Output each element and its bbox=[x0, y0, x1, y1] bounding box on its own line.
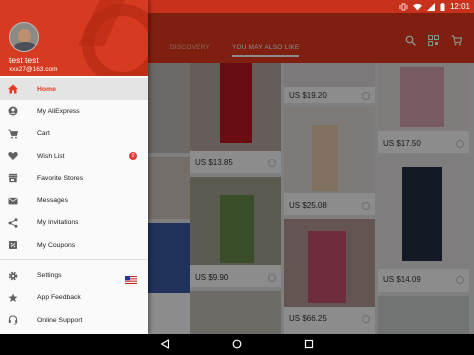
us-flag-icon[interactable] bbox=[125, 271, 137, 285]
gear-icon bbox=[7, 270, 18, 281]
drawer-item-my-aliexpress[interactable]: My AliExpress bbox=[0, 100, 148, 122]
product-image bbox=[284, 107, 375, 193]
product-card[interactable] bbox=[148, 157, 190, 219]
product-card[interactable]: US $66.25 bbox=[284, 219, 375, 334]
coupon-icon bbox=[7, 240, 18, 251]
share-icon bbox=[7, 217, 18, 228]
product-card[interactable]: US $14.09 bbox=[378, 157, 469, 292]
drawer-item-label: Wish List bbox=[37, 152, 65, 160]
drawer-header: test test xxx27@163.com bbox=[0, 0, 148, 76]
vibrate-icon bbox=[399, 3, 408, 10]
product-price: US $25.08 bbox=[289, 201, 327, 210]
product-image bbox=[148, 63, 190, 153]
product-card[interactable]: US $25.08 bbox=[284, 107, 375, 215]
product-card[interactable] bbox=[190, 291, 281, 334]
product-image bbox=[378, 63, 469, 131]
back-icon[interactable] bbox=[160, 336, 170, 354]
drawer-item-my-coupons[interactable]: My Coupons bbox=[0, 234, 148, 256]
drawer-item-label: My AliExpress bbox=[37, 107, 80, 115]
product-image bbox=[284, 219, 375, 307]
drawer-item-wish-list[interactable]: Wish List 0 bbox=[0, 145, 148, 167]
system-nav-bar bbox=[0, 334, 474, 355]
product-price: US $13.85 bbox=[195, 158, 233, 167]
mail-icon bbox=[7, 195, 18, 206]
tab-bar: DISCOVERY YOU MAY ALSO LIKE bbox=[170, 44, 300, 57]
drawer-item-home[interactable]: Home bbox=[0, 78, 148, 101]
star-icon bbox=[7, 292, 18, 303]
select-radio[interactable] bbox=[456, 140, 464, 148]
drawer-menu: Home My AliExpress Cart Wish List 0 Favo… bbox=[0, 78, 148, 331]
drawer-item-messages[interactable]: Messages bbox=[0, 189, 148, 211]
drawer-item-label: My Invitations bbox=[37, 219, 79, 227]
account-icon bbox=[7, 106, 18, 117]
user-email: xxx27@163.com bbox=[9, 66, 58, 73]
status-icons: 12:01 bbox=[399, 0, 470, 13]
wifi-icon bbox=[412, 3, 422, 10]
product-image bbox=[190, 291, 281, 334]
qr-scan-icon[interactable] bbox=[428, 33, 439, 46]
drawer-item-online-support[interactable]: Online Support bbox=[0, 309, 148, 331]
search-icon[interactable] bbox=[405, 33, 417, 47]
wish-list-badge: 0 bbox=[129, 151, 137, 160]
signal-icon bbox=[426, 2, 435, 11]
user-name: test test bbox=[9, 55, 39, 65]
store-icon bbox=[7, 173, 18, 184]
product-image bbox=[148, 157, 190, 219]
drawer-item-label: App Feedback bbox=[37, 294, 81, 302]
drawer-item-label: Favorite Stores bbox=[37, 174, 84, 182]
product-card[interactable]: US $9.90 bbox=[190, 177, 281, 287]
avatar[interactable] bbox=[9, 22, 39, 52]
drawer-item-label: Messages bbox=[37, 197, 68, 205]
select-radio[interactable] bbox=[362, 202, 370, 210]
select-radio[interactable] bbox=[362, 92, 370, 100]
select-radio[interactable] bbox=[268, 159, 276, 167]
product-grid: US $13.85 US $9.90 US $19.20 US $25.08 U… bbox=[148, 63, 474, 334]
product-image bbox=[190, 63, 281, 151]
product-card[interactable] bbox=[378, 296, 469, 334]
heart-icon bbox=[7, 151, 18, 162]
product-image bbox=[148, 223, 190, 293]
product-price: US $19.20 bbox=[289, 91, 327, 100]
product-image bbox=[378, 296, 469, 334]
product-price: US $9.90 bbox=[195, 273, 229, 282]
cart-icon bbox=[7, 128, 18, 139]
battery-icon bbox=[440, 2, 445, 11]
select-radio[interactable] bbox=[456, 276, 464, 284]
drawer-item-label: Cart bbox=[37, 130, 50, 138]
product-card[interactable]: US $17.50 bbox=[378, 63, 469, 153]
drawer-item-cart[interactable]: Cart bbox=[0, 123, 148, 145]
drawer-item-favorite-stores[interactable]: Favorite Stores bbox=[0, 167, 148, 189]
headset-icon bbox=[7, 315, 18, 326]
product-price: US $66.25 bbox=[289, 314, 327, 323]
product-image bbox=[190, 177, 281, 265]
product-price: US $17.50 bbox=[383, 139, 421, 148]
status-time: 12:01 bbox=[449, 2, 470, 11]
select-radio[interactable] bbox=[362, 315, 370, 323]
product-image bbox=[284, 63, 375, 87]
drawer-item-label: My Coupons bbox=[37, 241, 76, 249]
navigation-drawer: test test xxx27@163.com Home My AliExpre… bbox=[0, 0, 148, 334]
drawer-item-label: Settings bbox=[37, 272, 62, 280]
drawer-item-label: Online Support bbox=[37, 316, 83, 324]
select-radio[interactable] bbox=[268, 274, 276, 282]
drawer-item-settings[interactable]: Settings bbox=[0, 264, 148, 286]
home-button-icon[interactable] bbox=[232, 336, 242, 354]
cart-icon[interactable] bbox=[451, 33, 463, 46]
home-icon bbox=[7, 84, 18, 95]
tab-you-may-also-like[interactable]: YOU MAY ALSO LIKE bbox=[231, 44, 300, 57]
drawer-item-my-invitations[interactable]: My Invitations bbox=[0, 212, 148, 234]
drawer-item-label: Home bbox=[37, 85, 56, 93]
product-image bbox=[378, 157, 469, 269]
product-price: US $14.09 bbox=[383, 275, 421, 284]
menu-divider bbox=[0, 259, 148, 261]
tab-discovery[interactable]: DISCOVERY bbox=[170, 44, 210, 57]
drawer-item-app-feedback[interactable]: App Feedback bbox=[0, 287, 148, 309]
product-card[interactable]: US $19.20 bbox=[284, 63, 375, 103]
product-card[interactable] bbox=[148, 63, 190, 153]
product-card[interactable] bbox=[148, 223, 190, 334]
recents-icon[interactable] bbox=[304, 336, 314, 354]
product-card[interactable]: US $13.85 bbox=[190, 63, 281, 173]
app-bar-actions bbox=[405, 33, 463, 47]
